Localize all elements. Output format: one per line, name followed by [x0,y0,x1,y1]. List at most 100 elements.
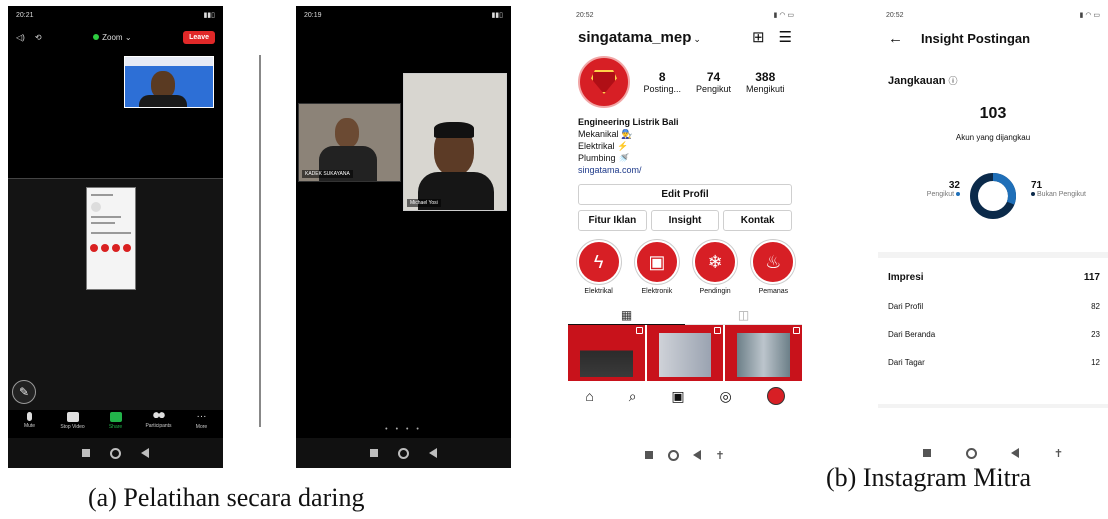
username-switcher[interactable]: singatama_mep ⌄ [578,29,738,46]
ad-tools-button[interactable]: Fitur Iklan [578,210,647,231]
more-dots-icon: ··· [196,411,207,422]
highlight-label: Pemanas [758,288,789,295]
instagram-insight-screen: 20:52 ▮ ◠ ▭ ← Insight Postingan Jangkaua… [878,6,1108,468]
video-banner [125,57,213,66]
toolbar-label: Participants [145,423,172,429]
meeting-name-label: Zoom [102,32,123,42]
home-button-icon[interactable] [667,449,679,461]
tagged-tab-icon[interactable]: ◫ [685,305,802,325]
more-button[interactable]: ··· More [184,411,220,431]
grid-tab-icon[interactable]: ▦ [568,305,685,325]
profile-tabs: ▦ ◫ [568,305,802,325]
stat-value: 74 [706,70,721,84]
recents-icon[interactable] [922,449,931,457]
non-followers-label: Bukan Pengikut [1036,191,1086,198]
stat-value: 388 [755,70,776,84]
caption-b: (b) Instagram Mitra [826,463,1032,492]
zoom-toolbar: Mute Stop Video Share Participants ··· Mo… [8,412,223,438]
highlight-elektrikal[interactable]: ϟ Elektrikal [574,240,623,295]
post-thumbnail[interactable] [646,325,724,381]
insight-button[interactable]: Insight [650,210,720,231]
avatar[interactable] [578,56,630,108]
home-icon[interactable] [397,447,409,459]
home-button-icon[interactable] [965,447,977,459]
leave-button[interactable]: Leave [183,30,215,44]
page-indicator[interactable]: • • • • [296,426,511,433]
followers-value: 32 [948,180,960,191]
switch-camera-icon[interactable]: ⟲ [35,33,42,42]
speaker-icon[interactable]: ◁) [16,33,25,42]
meeting-name[interactable]: Zoom ⌄ [52,33,174,42]
post-image [658,333,712,377]
status-time: 20:19 [304,11,322,19]
preview-line [91,216,121,218]
highlight-label: Elektrikal [584,288,613,295]
bottom-nav: ⌂ ⌕ ▣ ◎ [568,381,802,411]
impressions-source-row: Dari Beranda 23 [878,330,1108,339]
participant-video-thumbnail[interactable] [124,56,214,108]
create-post-icon[interactable]: ⊞ [752,30,765,45]
reach-donut: 32 Pengikut 71 Bukan Pengikut [878,168,1108,228]
edit-profile-button[interactable]: Edit Profil [578,184,792,205]
preview-line [91,194,113,196]
accessibility-icon[interactable]: ✝ [715,449,724,462]
recents-icon[interactable] [370,449,379,457]
source-value: 12 [1091,358,1100,367]
contact-button[interactable]: Kontak [723,210,793,231]
menu-icon[interactable]: ☰ [779,30,792,45]
status-bar: 20:52 ▮ ◠ ▭ [568,6,802,24]
highlight-elektronik[interactable]: ▣ Elektronik [632,240,681,295]
participant-tile-active[interactable]: Michael Yosi [403,73,507,211]
mute-button[interactable]: Mute [12,412,48,429]
battery-icon: ▮▮▯ [491,12,503,19]
participant-face [335,118,359,148]
info-icon[interactable]: ⓘ [949,76,958,86]
chip-icon: ▣ [634,240,679,284]
participant-tile[interactable]: KADEK SUKAYANA [298,103,401,182]
signal-wifi-battery-icon: ▮ ◠ ▭ [773,12,794,19]
profile-bio: Engineering Listrik Bali Mekanikal 👨‍🔧 E… [568,110,802,176]
toolbar-label: More [195,424,208,430]
figure: 20:21 ▮▮▯ ◁) ⟲ Zoom ⌄ Leave ✎ Mute Stop … [0,0,1108,519]
participants-button[interactable]: Participants [141,412,177,429]
home-icon[interactable] [109,447,121,459]
encryption-dot-icon [93,33,100,40]
recents-icon[interactable] [645,451,654,459]
post-thumbnail[interactable] [568,325,645,381]
stat-following[interactable]: 388 Mengikuti [746,70,785,94]
stat-followers[interactable]: 74 Pengikut [696,70,731,94]
shared-screen-area[interactable] [8,178,223,410]
back-icon[interactable] [428,448,437,458]
stat-posts[interactable]: 8 Posting... [643,70,681,94]
back-icon[interactable] [140,448,149,458]
stat-label: Posting... [643,84,682,94]
annotate-pencil-icon[interactable]: ✎ [12,380,36,404]
recents-icon[interactable] [82,449,91,457]
back-arrow-icon[interactable]: ← [888,30,903,47]
insight-header: ← Insight Postingan [878,24,1108,52]
home-icon[interactable]: ⌂ [585,388,593,404]
preview-line [91,222,115,224]
share-button[interactable]: Share [98,412,134,430]
story-highlights: ϟ Elektrikal ▣ Elektronik ❄ Pendingin ♨ Pema… [568,231,802,295]
android-nav-bar [8,438,223,468]
shop-icon[interactable]: ◎ [720,388,732,405]
profile-action-buttons: Fitur Iklan Insight Kontak [578,210,793,231]
back-icon[interactable] [1011,448,1020,458]
stop-video-button[interactable]: Stop Video [55,412,91,430]
bio-link[interactable]: singatama.com/ [578,164,792,176]
donut-chart [970,173,1016,219]
share-screen-icon [109,412,122,422]
reels-icon[interactable]: ▣ [671,388,684,405]
post-grid [568,325,802,381]
highlight-pendingin[interactable]: ❄ Pendingin [691,240,740,295]
search-icon[interactable]: ⌕ [629,388,637,405]
android-nav-bar: ✝ [568,442,802,468]
profile-avatar-icon[interactable] [766,387,785,405]
back-icon[interactable] [693,450,702,460]
highlight-label: Pendingin [699,288,731,295]
accessibility-icon[interactable]: ✝ [1054,447,1063,460]
highlight-pemanas[interactable]: ♨ Pemanas [749,240,798,295]
post-thumbnail[interactable] [725,325,802,381]
lightning-icon: ϟ [576,240,621,284]
